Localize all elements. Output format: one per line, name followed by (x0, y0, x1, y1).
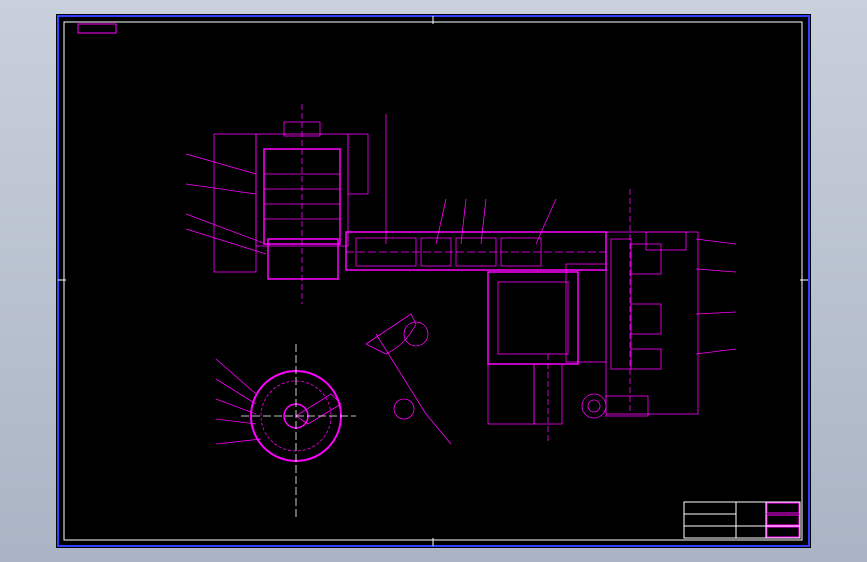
lever (365, 313, 417, 355)
sheet-border (57, 15, 810, 547)
motor-block (487, 271, 579, 365)
section-view (215, 344, 356, 519)
reference-box (77, 23, 117, 34)
drawing-sheet (56, 14, 811, 548)
valve (581, 393, 607, 419)
main-assembly-view (185, 104, 737, 445)
cad-drawing (57, 15, 810, 547)
title-block (683, 501, 801, 539)
drawing-frame (63, 21, 803, 541)
gearbox (605, 231, 699, 415)
